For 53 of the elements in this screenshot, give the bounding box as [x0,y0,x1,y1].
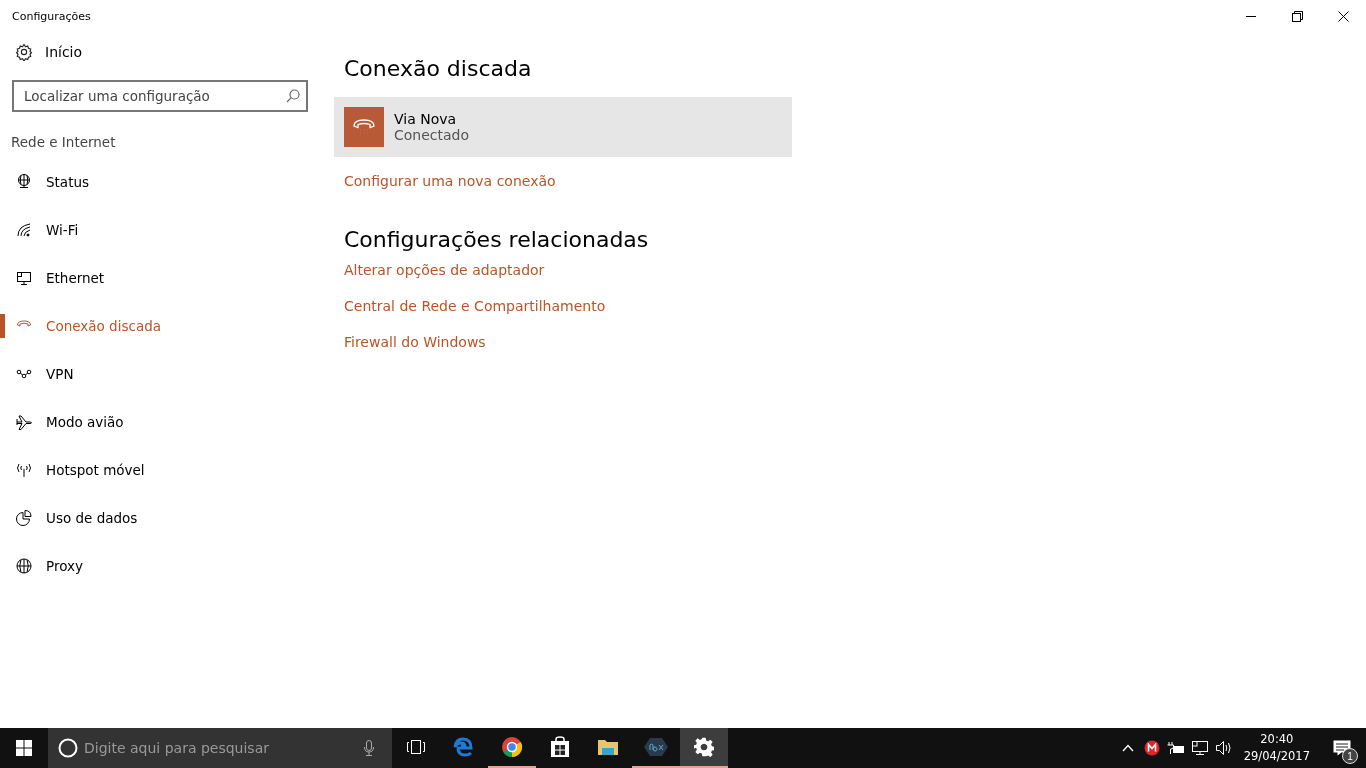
browser-e-icon [453,736,475,758]
app-logo-icon [643,737,669,757]
globe-icon [16,558,32,574]
microphone-icon [364,740,374,756]
related-settings-link[interactable]: Firewall do Windows [344,334,486,350]
nav-item[interactable]: Status [0,158,320,206]
section-heading: Configurações relacionadas [344,227,649,252]
nav-item[interactable]: Modo avião [0,398,320,446]
window-title: Configurações [11,9,91,23]
speaker-icon [1214,740,1233,756]
notification-count: 1 [1342,748,1358,764]
nav-item[interactable]: Hotspot móvel [0,446,320,494]
monitor-icon [16,270,32,286]
section-heading: Rede e Internet [10,133,117,152]
nav-item[interactable]: VPN [0,350,320,398]
restore-icon [1291,10,1303,22]
nav-item[interactable]: Ethernet [0,254,320,302]
nav-item[interactable]: Uso de dados [0,494,320,542]
connection-name: Via Nova [394,111,458,127]
monitor-icon [1190,740,1209,756]
airplane-icon [16,414,32,430]
globe-monitor-icon [16,174,32,190]
setup-connection-link[interactable]: Configurar uma nova conexão [344,173,556,189]
windows-logo-icon [16,740,32,756]
settings-icon [694,737,714,757]
action-center-button[interactable]: 1 [1318,728,1366,768]
page-title: Conexão discada [344,56,532,81]
taskbar-search-field[interactable]: Digite aqui para pesquisar [48,728,392,768]
store-bag-icon [550,736,570,758]
phone-icon [344,107,384,147]
hotspot-icon [16,462,32,478]
related-settings-link[interactable]: Central de Rede e Compartilhamento [344,298,606,314]
related-settings-link[interactable]: Alterar opções de adaptador [344,262,545,278]
wifi-icon [16,222,32,238]
nav-item[interactable]: Wi-Fi [0,206,320,254]
connection-status: Conectado [394,127,470,143]
clock-button[interactable]: 20:40 29/04/2017 [1235,731,1318,765]
taskbar-app-button[interactable] [680,728,728,768]
close-icon [1337,10,1349,22]
nav-item[interactable]: Proxy [0,542,320,590]
browser-circle-icon [501,736,523,758]
nav-item[interactable]: Conexão discada [0,302,320,350]
pie-chart-icon [16,510,32,526]
chevron-up-icon [1121,744,1134,752]
battery-charging-icon [1166,741,1185,755]
task-view-icon [406,740,426,754]
folder-icon [597,738,619,756]
connection-item[interactable]: Via Nova Conectado [334,97,792,157]
settings-icon [15,43,33,61]
search-field[interactable]: Localizar uma configuração [12,80,308,112]
search-icon [286,89,300,103]
cloud-m-icon [1143,740,1160,756]
home-nav-item[interactable]: Início [0,32,320,72]
